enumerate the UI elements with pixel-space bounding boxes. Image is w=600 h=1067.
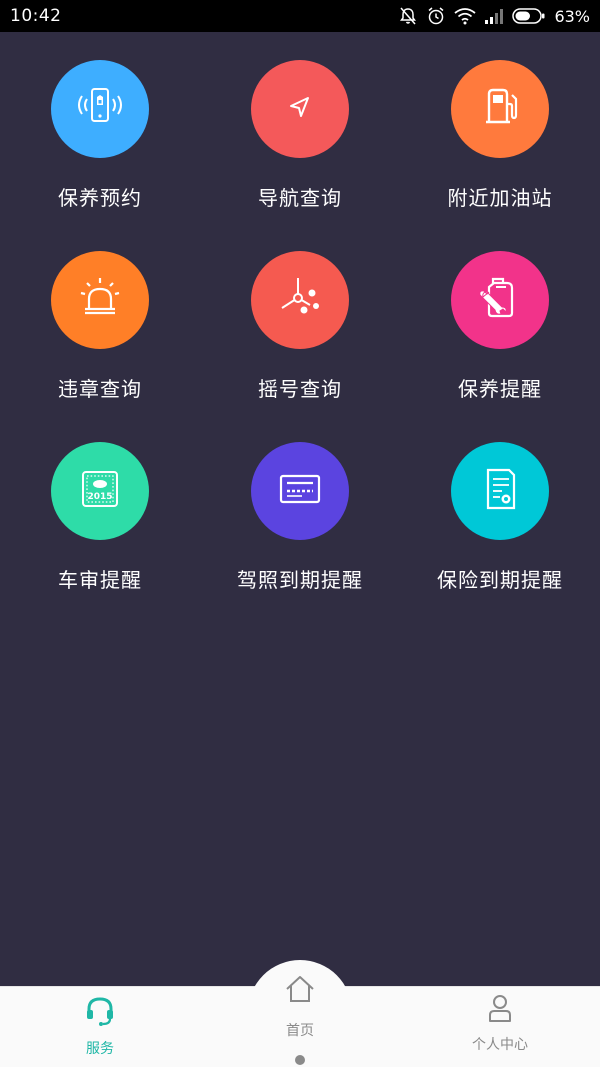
oil-can-wrench-icon bbox=[472, 270, 528, 330]
inspection-sticker-icon: 2015 bbox=[75, 464, 125, 518]
service-label: 附近加油站 bbox=[447, 186, 553, 210]
insurance-document-icon bbox=[472, 461, 528, 521]
status-icons: 63% bbox=[398, 6, 590, 26]
home-icon bbox=[283, 972, 317, 1010]
service-icon-circle bbox=[451, 60, 549, 158]
service-icon-circle bbox=[451, 442, 549, 540]
service-label: 摇号查询 bbox=[258, 377, 342, 401]
service-label: 驾照到期提醒 bbox=[237, 568, 363, 592]
tab-profile[interactable]: 个人中心 bbox=[455, 992, 545, 1054]
person-icon bbox=[484, 992, 516, 1028]
lottery-spin-icon bbox=[270, 268, 330, 332]
tab-profile-label: 个人中心 bbox=[472, 1037, 528, 1053]
status-bar: 10:42 63% bbox=[0, 0, 600, 32]
service-icon-circle bbox=[251, 251, 349, 349]
battery-icon bbox=[512, 7, 546, 25]
service-icon-circle: 2015 bbox=[51, 442, 149, 540]
headset-icon bbox=[83, 994, 117, 1032]
battery-percent: 63% bbox=[554, 6, 590, 26]
service-vehicle-inspection-reminder[interactable]: 2015 车审提醒 bbox=[0, 442, 200, 593]
service-icon-circle bbox=[451, 251, 549, 349]
license-card-icon bbox=[272, 461, 328, 521]
navigation-arrow-icon bbox=[280, 87, 320, 131]
wifi-icon bbox=[454, 7, 476, 25]
alarm-clock-icon bbox=[426, 6, 446, 26]
service-icon-circle bbox=[51, 251, 149, 349]
service-maintenance-booking[interactable]: 保养预约 bbox=[0, 60, 200, 211]
service-icon-circle bbox=[251, 60, 349, 158]
service-violation-query[interactable]: 违章查询 bbox=[0, 251, 200, 402]
phone-signal-icon bbox=[70, 77, 130, 141]
alarm-light-icon bbox=[72, 270, 128, 330]
tab-home[interactable]: 首页 bbox=[250, 972, 350, 1040]
service-label: 保养提醒 bbox=[458, 377, 542, 401]
service-insurance-expiry-reminder[interactable]: 保险到期提醒 bbox=[400, 442, 600, 593]
status-time: 10:42 bbox=[10, 6, 62, 26]
service-panel: 保养预约 导航查询 附近加油站 违章查询 摇号查询 保养提醒 2015 车审提醒… bbox=[0, 32, 600, 986]
service-icon-circle bbox=[51, 60, 149, 158]
service-license-expiry-reminder[interactable]: 驾照到期提醒 bbox=[200, 442, 400, 593]
muted-bell-icon bbox=[398, 6, 418, 26]
tab-service-label: 服务 bbox=[86, 1041, 114, 1057]
service-grid: 保养预约 导航查询 附近加油站 违章查询 摇号查询 保养提醒 2015 车审提醒… bbox=[0, 60, 600, 593]
service-label: 违章查询 bbox=[58, 377, 142, 401]
service-label: 车审提醒 bbox=[58, 568, 142, 592]
signal-icon bbox=[484, 7, 504, 25]
tab-home-label: 首页 bbox=[286, 1023, 314, 1039]
service-label: 保养预约 bbox=[58, 186, 142, 210]
tab-service[interactable]: 服务 bbox=[60, 994, 140, 1058]
service-maintenance-reminder[interactable]: 保养提醒 bbox=[400, 251, 600, 402]
home-indicator-dot bbox=[295, 1055, 305, 1065]
service-label: 保险到期提醒 bbox=[437, 568, 563, 592]
service-lottery-query[interactable]: 摇号查询 bbox=[200, 251, 400, 402]
service-label: 导航查询 bbox=[258, 186, 342, 210]
inspection-year-text: 2015 bbox=[87, 492, 112, 502]
service-icon-circle bbox=[251, 442, 349, 540]
service-nearby-gas-station[interactable]: 附近加油站 bbox=[400, 60, 600, 211]
fuel-pump-icon bbox=[475, 82, 525, 136]
service-navigation[interactable]: 导航查询 bbox=[200, 60, 400, 211]
